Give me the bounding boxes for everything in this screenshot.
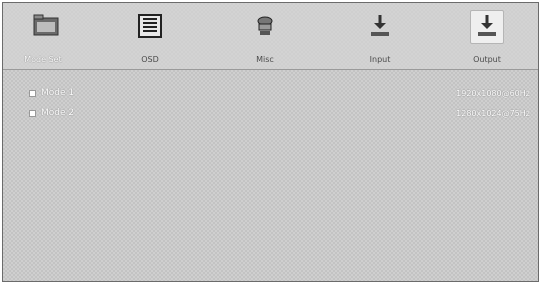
tool-osd[interactable]: OSD — [118, 11, 182, 67]
mode-value: 1920x1080@60Hz — [456, 89, 530, 98]
mode-list: Mode 1 1920x1080@60Hz Mode 2 1280x1024@7… — [3, 70, 538, 281]
list-item[interactable]: Mode 1 1920x1080@60Hz — [3, 86, 538, 100]
input-arrow-icon — [365, 11, 395, 41]
tool-label: Output — [473, 55, 501, 64]
toolbar: Mode Set OSD Misc Input Output — [3, 3, 538, 70]
tool-input[interactable]: Input — [348, 11, 412, 67]
tool-misc[interactable]: Misc — [233, 11, 297, 67]
bullet-icon — [29, 90, 36, 97]
mode-name: Mode 1 — [41, 88, 75, 98]
tool-output[interactable]: Output — [455, 10, 519, 67]
tool-label: OSD — [141, 55, 159, 64]
settings-window: Mode Set OSD Misc Input Output Mode 1 19… — [2, 2, 539, 282]
bullet-icon — [29, 110, 36, 117]
mode-value: 1280x1024@75Hz — [456, 109, 530, 118]
stack-icon — [250, 11, 280, 41]
folder-icon — [31, 11, 61, 41]
mode-name: Mode 2 — [41, 108, 75, 118]
tool-label: Input — [369, 55, 391, 64]
grid-icon — [135, 11, 165, 41]
tool-mode-set[interactable]: Mode Set — [11, 11, 75, 67]
list-item[interactable]: Mode 2 1280x1024@75Hz — [3, 106, 538, 120]
tool-label: Mode Set — [24, 55, 62, 64]
output-arrow-icon — [470, 10, 504, 44]
tool-label: Misc — [256, 55, 274, 64]
